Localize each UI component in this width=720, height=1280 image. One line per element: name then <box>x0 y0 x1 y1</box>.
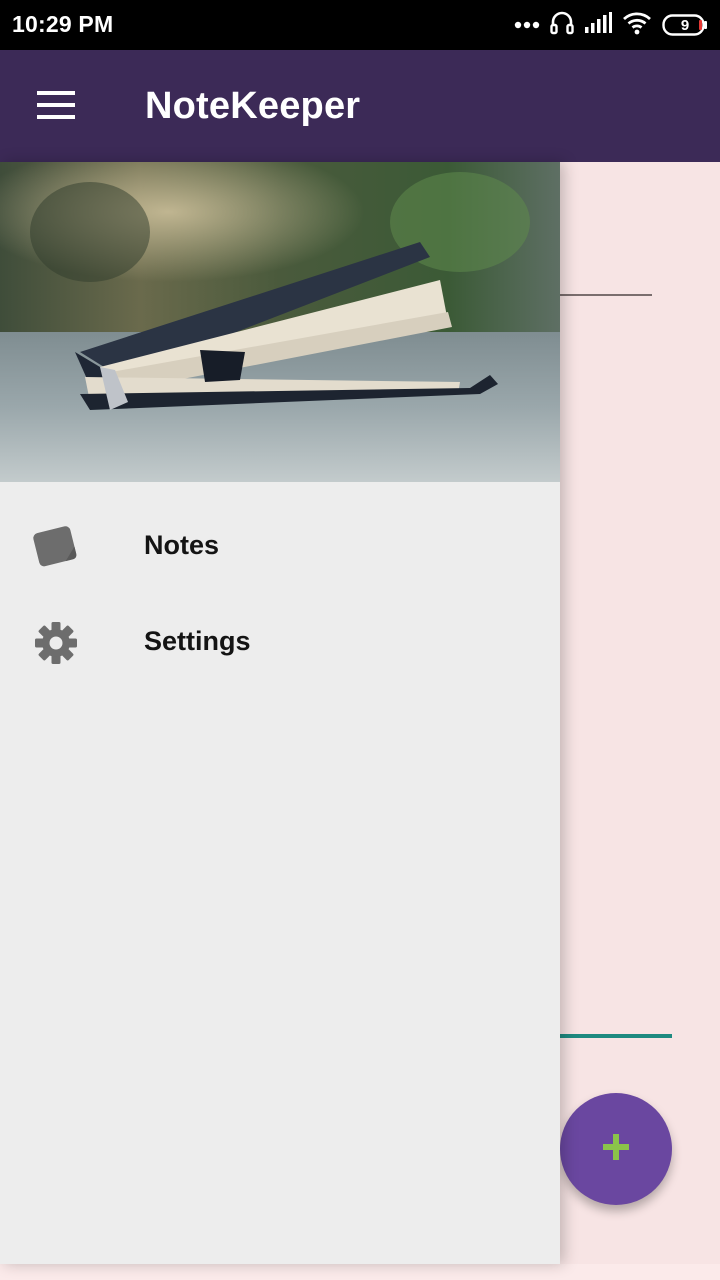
drawer-item-settings[interactable]: Settings <box>0 595 560 691</box>
drawer-header-image <box>0 162 560 482</box>
status-icons: 9 <box>514 10 708 40</box>
battery-icon: 9 <box>662 14 708 36</box>
bottom-strip <box>0 1264 720 1280</box>
content-accent-line <box>560 1034 672 1038</box>
more-dots-icon <box>514 16 540 34</box>
menu-button[interactable] <box>24 84 88 128</box>
battery-level: 9 <box>680 16 690 34</box>
drawer-item-label: Notes <box>144 530 220 560</box>
add-note-button[interactable] <box>560 1093 672 1205</box>
wifi-icon <box>622 11 652 40</box>
drawer-item-notes[interactable]: Notes <box>0 499 560 595</box>
status-bar: 10:29 PM 9 <box>0 0 720 50</box>
app-bar: NoteKeeper <box>0 50 720 162</box>
content-divider <box>560 294 652 296</box>
app-title: NoteKeeper <box>145 85 361 127</box>
navigation-drawer: Notes Settings <box>0 162 560 1264</box>
headset-icon <box>550 10 574 41</box>
plus-icon <box>601 1132 631 1167</box>
screen: 10:29 PM 9 NoteKeeper Notes Settings <box>0 0 720 1280</box>
signal-icon <box>584 11 612 39</box>
drawer-item-label: Settings <box>144 626 251 656</box>
status-time: 10:29 PM <box>12 11 114 37</box>
gear-icon <box>30 617 82 669</box>
note-icon <box>30 521 82 573</box>
